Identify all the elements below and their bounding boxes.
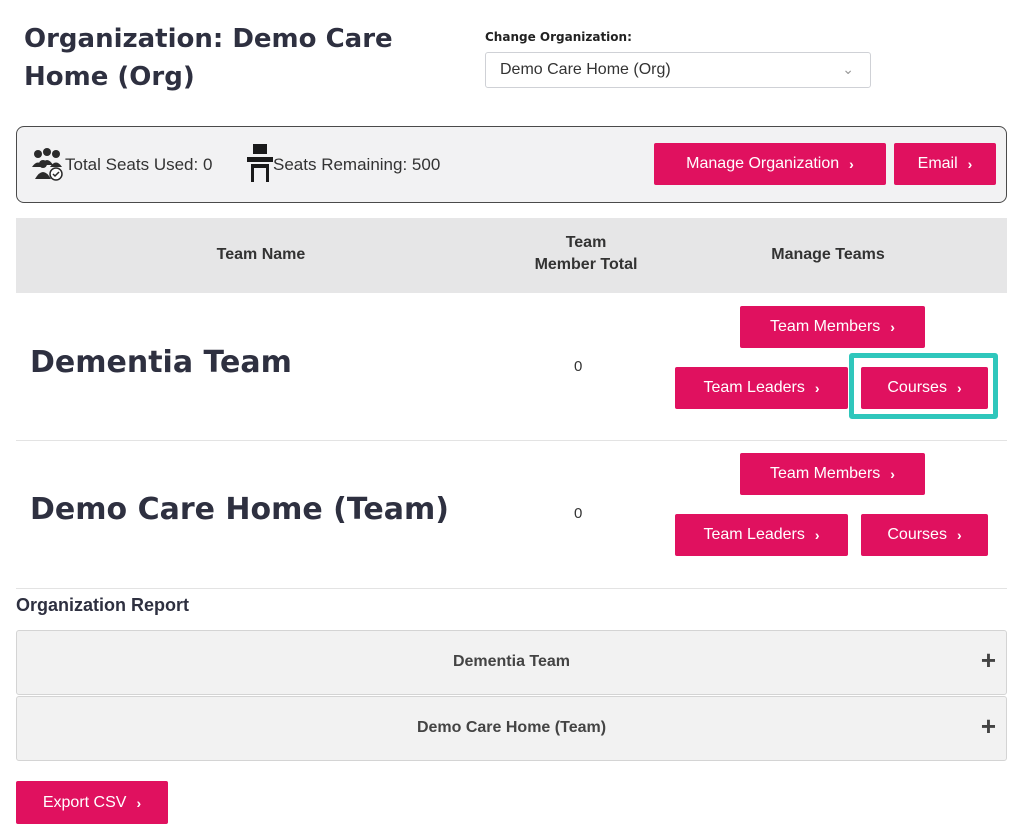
header-team-name: Team Name [216, 246, 306, 263]
chevron-down-icon: ⌄ [842, 61, 854, 77]
header-member-total: Team Member Total [534, 234, 638, 273]
team-leaders-label: Team Leaders [703, 526, 805, 543]
chair-icon [247, 144, 273, 189]
email-button[interactable]: Email › [894, 143, 996, 185]
chevron-right-icon: › [967, 156, 973, 172]
export-csv-label: Export CSV [42, 793, 127, 811]
manage-organization-button[interactable]: Manage Organization › [654, 143, 886, 185]
team-members-button[interactable]: Team Members › [740, 306, 925, 348]
change-organization-label: Change Organization: [485, 30, 632, 44]
team-name: Demo Care Home (Team) [30, 492, 449, 527]
chevron-right-icon: › [890, 466, 895, 482]
seats-remaining: Seats Remaining: 500 [273, 155, 441, 174]
member-total: 0 [574, 358, 583, 375]
organization-report-title: Organization Report [16, 595, 190, 615]
export-csv-button[interactable]: Export CSV › [16, 781, 168, 824]
group-check-icon [29, 147, 65, 188]
courses-highlight-box [849, 353, 998, 419]
accordion-label: Demo Care Home (Team) [416, 719, 607, 736]
teams-table-header: Team Name Team Member Total Manage Teams [16, 218, 1007, 293]
plus-icon: + [980, 645, 996, 675]
team-leaders-button[interactable]: Team Leaders › [675, 514, 848, 556]
chevron-right-icon: › [814, 380, 820, 396]
chevron-right-icon: › [890, 319, 895, 335]
chevron-right-icon: › [136, 794, 142, 811]
seats-summary-bar: Total Seats Used: 0 Seats Remaining: 500… [16, 126, 1007, 203]
selected-organization: Demo Care Home (Org) [500, 61, 671, 78]
row-divider [16, 440, 1007, 441]
manage-organization-label: Manage Organization [686, 155, 840, 172]
accordion-label: Dementia Team [452, 653, 571, 670]
team-members-label: Team Members [770, 465, 881, 482]
chevron-right-icon: › [956, 527, 962, 543]
team-leaders-label: Team Leaders [703, 379, 805, 396]
chevron-right-icon: › [849, 156, 854, 172]
plus-icon: + [980, 711, 996, 741]
report-accordion-item[interactable]: Demo Care Home (Team) + [16, 696, 1007, 761]
team-members-label: Team Members [770, 318, 881, 335]
page-title: Organization: Demo Care Home (Org) [24, 24, 393, 92]
member-total: 0 [574, 505, 583, 522]
team-name: Dementia Team [30, 345, 292, 380]
chevron-right-icon: › [814, 527, 820, 543]
report-accordion-item[interactable]: Dementia Team + [16, 630, 1007, 695]
header-manage-teams: Manage Teams [771, 246, 885, 263]
team-leaders-button[interactable]: Team Leaders › [675, 367, 848, 409]
row-divider [16, 588, 1007, 589]
total-seats-used: Total Seats Used: 0 [65, 155, 213, 174]
courses-button[interactable]: Courses › [861, 514, 988, 556]
email-label: Email [917, 155, 958, 172]
courses-label: Courses [887, 526, 947, 543]
team-members-button[interactable]: Team Members › [740, 453, 925, 495]
organization-select[interactable]: Demo Care Home (Org) ⌄ [485, 52, 871, 88]
